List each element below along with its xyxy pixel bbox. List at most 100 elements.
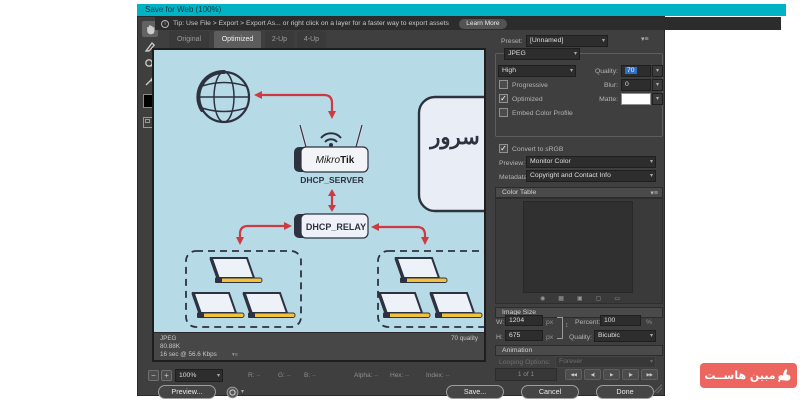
format-select[interactable]: JPEG ▾: [504, 48, 580, 60]
tab-4up[interactable]: 4-Up: [297, 31, 326, 48]
chevron-down-icon: ▾: [601, 38, 605, 44]
watermark-badge: مبین هاســت: [700, 363, 797, 388]
animation-header: Animation: [495, 345, 663, 356]
arrow-server-relay: [328, 189, 336, 212]
channel-index: Index: –: [426, 372, 450, 379]
blur-label: Blur:: [604, 82, 618, 89]
chevron-down-icon: ▾: [649, 159, 653, 165]
status-menu-icon[interactable]: ▾≡: [232, 351, 238, 359]
laptop-icon: [209, 256, 264, 285]
laptop-icon: [429, 291, 484, 320]
laptop-icon: [242, 291, 297, 320]
panel-menu-icon[interactable]: ▾≡: [641, 35, 649, 43]
settings-panel: Preset: [Unnamed] ▾ ▾≡ JPEG ▾ High ▾ Qua…: [493, 17, 665, 385]
width-label: W:: [496, 319, 505, 326]
color-table-actions: ◉ ▦ ▣ ▢ ▭: [540, 295, 620, 302]
next-frame-button[interactable]: |▶: [622, 369, 639, 380]
resample-quality-select[interactable]: Bicubic ▾: [594, 330, 656, 342]
status-format: JPEG: [160, 335, 177, 342]
blur-input[interactable]: 0: [621, 79, 651, 91]
progressive-checkbox[interactable]: [499, 80, 508, 89]
arrow-relay-left-group: [236, 222, 292, 245]
matte-chevron[interactable]: ▾: [652, 93, 663, 105]
height-input[interactable]: 675: [505, 330, 543, 341]
dhcp-relay-label: DHCP_RELAY: [306, 222, 366, 232]
lock-color-icon[interactable]: ▣: [577, 295, 583, 302]
metadata-label: Metadata:: [499, 174, 530, 181]
web-shift-icon[interactable]: ◉: [540, 295, 545, 302]
dialog-title: Save for Web (100%): [145, 5, 222, 14]
play-button[interactable]: ▶: [603, 369, 620, 380]
embed-color-profile-label: Embed Color Profile: [512, 110, 573, 117]
status-filesize: 80.88K: [160, 343, 180, 350]
dhcp-server-label: DHCP_SERVER: [300, 175, 364, 185]
preview-canvas[interactable]: MikroTik DHCP_SERVER DHCP_RELAY سرور: [154, 50, 484, 332]
server-card: سرور: [417, 95, 484, 213]
channel-hex: Hex: –: [390, 372, 409, 379]
percent-label: Percent:: [575, 319, 601, 326]
height-label: H:: [496, 334, 503, 341]
chevron-down-icon: ▾: [569, 68, 573, 74]
width-input[interactable]: 1204: [505, 315, 543, 326]
compression-select[interactable]: High ▾: [498, 65, 576, 77]
new-color-icon[interactable]: ▢: [596, 295, 602, 302]
delete-color-icon[interactable]: ▭: [614, 295, 620, 302]
tip-text: Tip: Use File > Export > Export As... or…: [173, 20, 449, 27]
laptop-icon: [394, 256, 449, 285]
zoom-out-button[interactable]: −: [148, 370, 159, 381]
channel-r: R: –: [248, 372, 261, 379]
channel-b: B: –: [304, 372, 316, 379]
save-button[interactable]: Save...: [446, 385, 504, 399]
arrow-globe-router: [254, 91, 336, 119]
looping-options-select: Forever ▾: [555, 356, 656, 368]
browser-preview-button[interactable]: ▾: [226, 385, 250, 399]
quality-slider-chevron[interactable]: ▾: [652, 65, 663, 77]
optimized-label: Optimized: [512, 96, 543, 103]
zoom-in-button[interactable]: +: [161, 370, 172, 381]
browser-select-chevron[interactable]: ▾: [241, 388, 244, 395]
embed-color-profile-checkbox[interactable]: [499, 108, 508, 117]
transparency-icon[interactable]: ▦: [558, 295, 564, 302]
matte-swatch[interactable]: [621, 93, 651, 105]
mikrotik-router: MikroTik DHCP_SERVER: [294, 124, 369, 185]
color-table-header: Color Table ▾≡: [495, 187, 663, 198]
first-frame-button[interactable]: ◀◀: [565, 369, 582, 380]
preview-mode-select[interactable]: Monitor Color ▾: [526, 156, 656, 168]
blur-slider-chevron[interactable]: ▾: [652, 79, 663, 91]
metadata-select[interactable]: Copyright and Contact Info ▾: [526, 170, 656, 182]
link-dimensions-icon[interactable]: ↕: [565, 322, 569, 329]
zoom-level-select[interactable]: 100% ▾: [175, 369, 223, 382]
laptop-icon: [191, 291, 246, 320]
tab-2up[interactable]: 2-Up: [265, 31, 294, 48]
page: Save for Web (100%) i Tip: Use File > Ex…: [0, 0, 800, 400]
quality-input[interactable]: 70: [621, 65, 651, 77]
status-download-time: 16 sec @ 56.6 Kbps: [160, 351, 217, 358]
percent-input[interactable]: 100: [600, 315, 641, 326]
percent-unit: %: [646, 319, 653, 326]
chevron-down-icon: ▾: [216, 373, 220, 379]
arrow-relay-right-group: [371, 223, 429, 245]
network-diagram: MikroTik DHCP_SERVER DHCP_RELAY سرور: [185, 69, 484, 328]
color-table-menu-icon[interactable]: ▾≡: [650, 189, 658, 198]
preview-button[interactable]: Preview...: [158, 385, 216, 399]
frame-indicator: 1 of 1: [495, 368, 557, 381]
tab-optimized[interactable]: Optimized: [214, 31, 261, 48]
learn-more-button[interactable]: Learn More: [458, 18, 507, 29]
width-unit: px: [546, 319, 554, 326]
preview-status-bar: JPEG 80.88K 16 sec @ 56.6 Kbps ▾≡ 70 qua…: [154, 332, 484, 360]
laptop-icon: [377, 291, 432, 320]
optimized-checkbox[interactable]: ✓: [499, 94, 508, 103]
preset-select[interactable]: [Unnamed] ▾: [526, 35, 608, 47]
color-table-well[interactable]: [523, 201, 633, 293]
tab-original[interactable]: Original: [169, 31, 209, 48]
last-frame-button[interactable]: ▶▶: [641, 369, 658, 380]
previous-frame-button[interactable]: ◀|: [584, 369, 601, 380]
preview-frame: MikroTik DHCP_SERVER DHCP_RELAY سرور JPE…: [152, 48, 486, 362]
done-button[interactable]: Done: [596, 385, 654, 399]
cancel-button[interactable]: Cancel: [521, 385, 579, 399]
dialog-body: Original Optimized 2-Up 4-Up MikroTik DH…: [137, 16, 665, 399]
convert-srgb-label: Convert to sRGB: [512, 146, 564, 153]
progressive-label: Progressive: [512, 82, 548, 89]
convert-srgb-checkbox[interactable]: ✓: [499, 144, 508, 153]
watermark-text: مبین هاســت: [704, 369, 776, 382]
